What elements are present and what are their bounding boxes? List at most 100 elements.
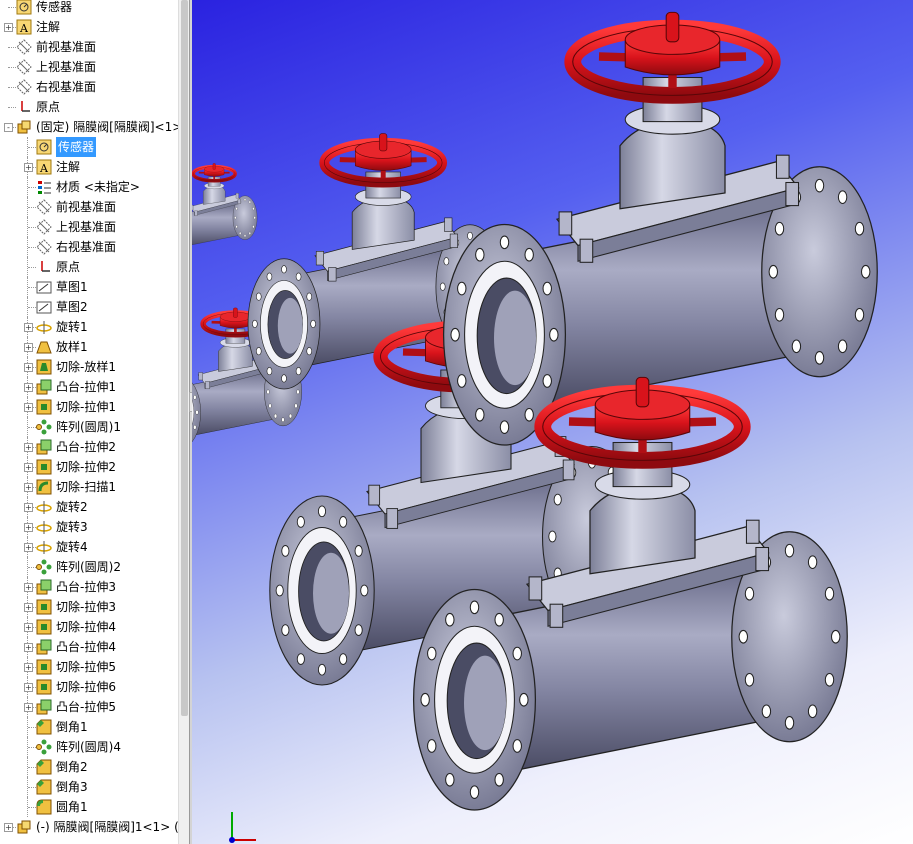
tree-item[interactable]: 倒角3 [0, 777, 178, 797]
tree-item[interactable]: 原点 [0, 257, 178, 277]
bolt-hole [499, 235, 510, 250]
expand-toggle[interactable]: + [4, 23, 13, 32]
tree-item[interactable]: + 切除-拉伸5 [0, 657, 178, 677]
expand-toggle[interactable]: + [24, 623, 33, 632]
expand-toggle[interactable]: + [24, 683, 33, 692]
expand-toggle[interactable]: + [24, 663, 33, 672]
expand-toggle[interactable]: + [24, 643, 33, 652]
expand-toggle[interactable]: + [24, 583, 33, 592]
valve-stem [212, 163, 216, 170]
tree-item[interactable]: 材质 <未指定> [0, 177, 178, 197]
collapse-toggle[interactable]: - [4, 123, 13, 132]
bolt-hole [239, 231, 242, 235]
expand-toggle[interactable]: + [24, 543, 33, 552]
bolt-hole [512, 739, 522, 753]
tree-guide-line [28, 727, 36, 728]
expand-toggle[interactable]: + [24, 323, 33, 332]
expand-toggle[interactable]: + [4, 823, 13, 832]
tree-item[interactable]: 传感器 [0, 0, 178, 17]
tree-item[interactable]: + 切除-拉伸3 [0, 597, 178, 617]
expand-toggle[interactable]: + [24, 503, 33, 512]
bolt [194, 210, 198, 216]
tree-item[interactable]: 前视基准面 [0, 37, 178, 57]
tree-item[interactable]: 阵列(圆周)2 [0, 557, 178, 577]
expand-toggle[interactable]: + [24, 483, 33, 492]
tree-item[interactable]: 上视基准面 [0, 57, 178, 77]
tree-item[interactable]: + 旋转4 [0, 537, 178, 557]
tree-item-label: 旋转3 [56, 520, 88, 534]
tree-item[interactable]: 前视基准面 [0, 197, 178, 217]
tree-item[interactable]: + 放样1 [0, 337, 178, 357]
expand-toggle[interactable]: + [24, 163, 33, 172]
boss-extrude-icon [36, 579, 52, 595]
tree-item[interactable]: + 旋转3 [0, 517, 178, 537]
bolt-hole [774, 221, 785, 236]
tree-item[interactable]: + 切除-拉伸6 [0, 677, 178, 697]
tree-item[interactable]: + 旋转1 [0, 317, 178, 337]
bolt-hole [266, 367, 273, 376]
tree-item[interactable]: + 切除-拉伸2 [0, 457, 178, 477]
expand-toggle[interactable]: + [24, 443, 33, 452]
tree-item[interactable]: + 切除-拉伸4 [0, 617, 178, 637]
expand-toggle[interactable]: + [24, 343, 33, 352]
tree-item[interactable]: + 凸台-拉伸4 [0, 637, 178, 657]
tree-item[interactable]: 右视基准面 [0, 237, 178, 257]
tree-item[interactable]: 阵列(圆周)4 [0, 737, 178, 757]
expand-toggle[interactable]: + [24, 463, 33, 472]
tree-item[interactable]: + 凸台-拉伸5 [0, 697, 178, 717]
tree-item[interactable]: + 切除-放样1 [0, 357, 178, 377]
tree-item[interactable]: + (-) 隔膜阀[隔膜阀]1<1> ( [0, 817, 178, 837]
tree-item[interactable]: + 凸台-拉伸3 [0, 577, 178, 597]
tree-item[interactable]: 倒角2 [0, 757, 178, 777]
bolt-hole [738, 629, 749, 644]
bolt-hole [774, 307, 785, 322]
tree-item[interactable]: + 凸台-拉伸1 [0, 377, 178, 397]
feature-tree[interactable]: 传感器 + A 注解 前视基准面 上视基准面 右视基准面 原点 - (固定) 隔膜阀[隔膜阀]<1… [0, 0, 178, 844]
tree-item-label: 旋转2 [56, 500, 88, 514]
graphics-viewport[interactable] [192, 0, 913, 844]
tree-item[interactable]: 上视基准面 [0, 217, 178, 237]
tree-item[interactable]: 原点 [0, 97, 178, 117]
tree-item-label: 切除-扫描1 [56, 480, 116, 494]
bolt-hole [235, 225, 238, 229]
expand-toggle[interactable]: + [24, 603, 33, 612]
tree-item[interactable]: 阵列(圆周)1 [0, 417, 178, 437]
bolt-hole [427, 646, 437, 661]
bolt [745, 519, 760, 544]
expand-toggle[interactable]: + [24, 523, 33, 532]
tree-item[interactable]: 圆角1 [0, 797, 178, 817]
bolt-hole [814, 351, 825, 365]
expand-toggle[interactable]: + [24, 703, 33, 712]
bolt-hole [360, 584, 369, 597]
tree-item[interactable]: 右视基准面 [0, 77, 178, 97]
plane-icon [36, 239, 52, 255]
tree-scrollbar-thumb[interactable] [181, 0, 188, 716]
bolt-hole [445, 772, 455, 787]
tree-item[interactable]: + 切除-扫描1 [0, 477, 178, 497]
expand-toggle[interactable]: + [24, 363, 33, 372]
chamfer-icon [36, 759, 52, 775]
tree-item-label: 注解 [36, 20, 61, 34]
diaphragm-valve [442, 11, 878, 446]
tree-item[interactable]: + A 注解 [0, 157, 178, 177]
bolt-hole [439, 282, 446, 291]
tree-item[interactable]: + 旋转2 [0, 497, 178, 517]
tree-item[interactable]: 草图1 [0, 277, 178, 297]
bolt [785, 181, 800, 207]
expand-toggle[interactable]: + [24, 403, 33, 412]
bolt [368, 484, 381, 506]
bolt-hole [252, 319, 258, 328]
annotation-icon: A [36, 159, 52, 175]
tree-item[interactable]: - (固定) 隔膜阀[隔膜阀]<1> [0, 117, 178, 137]
tree-item[interactable]: + 凸台-拉伸2 [0, 437, 178, 457]
expand-toggle[interactable]: + [24, 383, 33, 392]
tree-item[interactable]: 倒角1 [0, 717, 178, 737]
tree-item[interactable]: 传感器 [0, 137, 178, 157]
cut-extrude-icon [36, 599, 52, 615]
tree-guide-line [8, 47, 16, 48]
tree-item[interactable]: + 切除-拉伸1 [0, 397, 178, 417]
tree-item[interactable]: 草图2 [0, 297, 178, 317]
bolt-hole [354, 545, 363, 557]
tree-item[interactable]: + A 注解 [0, 17, 178, 37]
tree-item-label: 传感器 [36, 0, 73, 14]
